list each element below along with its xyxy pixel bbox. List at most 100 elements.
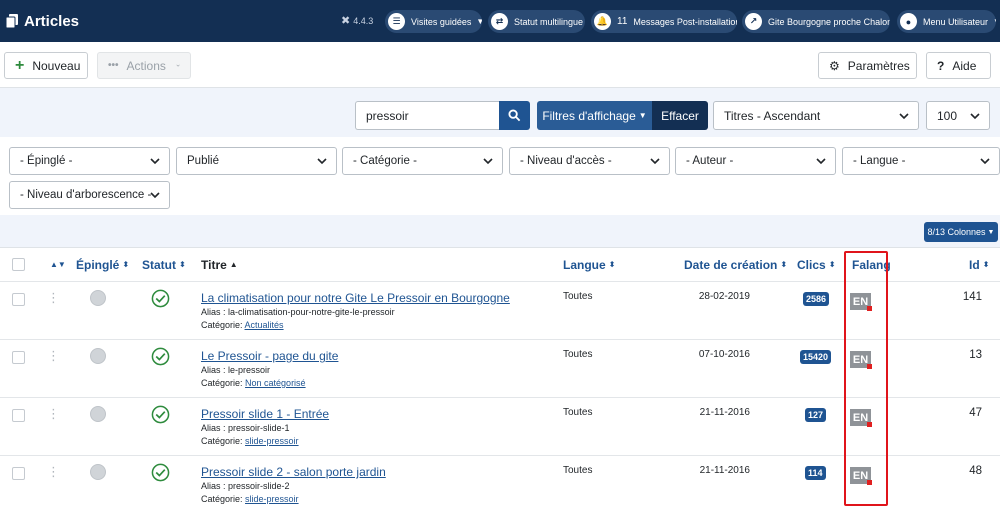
row-checkbox[interactable] [12, 467, 25, 480]
status-filter[interactable]: Publié [176, 147, 337, 175]
sort-icon: ⬍ [828, 260, 836, 269]
article-title-link[interactable]: Pressoir slide 1 - Entrée [201, 407, 329, 421]
featured-filter-value: - Épinglé - [20, 155, 73, 167]
article-alias: Alias : pressoir-slide-1 [201, 423, 290, 433]
row-checkbox[interactable] [12, 293, 25, 306]
level-filter[interactable]: - Niveau d'arborescence - [9, 181, 170, 209]
search-input[interactable]: pressoir [355, 101, 500, 130]
alias-value: pressoir-slide-1 [228, 423, 290, 433]
row-checkbox[interactable] [12, 409, 25, 422]
messages-count: 11 [617, 16, 628, 27]
language-header-label: Langue [563, 257, 606, 272]
guided-tours-label: Visites guidées [411, 16, 472, 27]
id-column-header[interactable]: Id ⬍ [969, 248, 989, 281]
ordering-column-header[interactable]: ▲▼ [47, 248, 66, 281]
featured-column-header[interactable]: Épinglé ⬍ [76, 248, 129, 281]
category-prefix: Catégorie: [201, 494, 246, 504]
category-filter[interactable]: - Catégorie - [342, 147, 503, 175]
actions-button[interactable]: ••• Actions [97, 52, 191, 79]
site-link-button[interactable]: ↗ Gite Bourgogne proche Chalon... [742, 10, 890, 33]
featured-header-label: Épinglé [76, 257, 120, 272]
options-label: Paramètres [847, 58, 910, 73]
row-checkbox[interactable] [12, 351, 25, 364]
clear-button[interactable]: Effacer [652, 101, 708, 130]
featured-toggle-icon[interactable] [90, 464, 106, 480]
language-column-header[interactable]: Langue ⬍ [563, 248, 615, 281]
featured-toggle-icon[interactable] [90, 348, 106, 364]
options-button[interactable]: ⚙ Paramètres [818, 52, 917, 79]
drag-handle-icon[interactable]: ⋮ [47, 464, 60, 480]
version-text: 4.4.3 [353, 15, 374, 26]
article-title-link[interactable]: La climatisation pour notre Gite Le Pres… [201, 291, 510, 305]
alias-prefix: Alias : [201, 307, 229, 317]
drag-handle-icon[interactable]: ⋮ [47, 290, 60, 306]
signpost-icon: ☰ [388, 13, 405, 30]
published-check-icon[interactable] [151, 289, 170, 308]
article-title-link[interactable]: Pressoir slide 2 - salon porte jardin [201, 465, 386, 479]
access-filter[interactable]: - Niveau d'accès - [509, 147, 670, 175]
date-column-header[interactable]: Date de création ⬍ [684, 248, 787, 281]
ordering-value: Titres - Ascendant [724, 108, 821, 123]
article-title-link[interactable]: Le Pressoir - page du gite [201, 349, 338, 363]
columns-label: 8/13 Colonnes [927, 227, 986, 237]
chevron-down-icon [816, 158, 826, 165]
featured-toggle-icon[interactable] [90, 290, 106, 306]
featured-filter[interactable]: - Épinglé - [9, 147, 170, 175]
gear-icon: ⚙ [829, 58, 840, 73]
article-language: Toutes [563, 291, 593, 302]
category-link[interactable]: Actualités [245, 320, 284, 330]
guided-tours-button[interactable]: ☰ Visites guidées ▼ [385, 10, 482, 33]
status-header-label: Statut [142, 257, 176, 272]
limit-select[interactable]: 100 [926, 101, 990, 130]
chevron-down-icon [899, 113, 909, 120]
hits-badge: 127 [805, 408, 827, 422]
category-link[interactable]: slide-pressoir [245, 436, 299, 446]
published-check-icon[interactable] [151, 405, 170, 424]
sort-icon: ▲▼ [50, 260, 66, 269]
hits-badge: 114 [805, 466, 826, 480]
chevron-down-icon [150, 158, 160, 165]
status-column-header[interactable]: Statut ⬍ [142, 248, 186, 281]
drag-handle-icon[interactable]: ⋮ [47, 348, 60, 364]
published-check-icon[interactable] [151, 347, 170, 366]
filter-options-label: Filtres d'affichage [542, 108, 636, 123]
filter-panel: - Épinglé - Publié - Catégorie - - Nivea… [0, 137, 1000, 215]
alias-prefix: Alias : [201, 481, 229, 491]
hits-header-label: Clics [797, 257, 826, 272]
language-filter[interactable]: - Langue - [842, 147, 1000, 175]
author-filter[interactable]: - Auteur - [675, 147, 836, 175]
post-install-messages-button[interactable]: 🔔 11 Messages Post-installation [591, 10, 737, 33]
category-link[interactable]: Non catégorisé [245, 378, 306, 388]
page-title: Articles [6, 13, 79, 30]
drag-handle-icon[interactable]: ⋮ [47, 406, 60, 422]
header-bar: Articles ✖ 4.4.3 ☰ Visites guidées ▼ ⇄ St… [0, 0, 1000, 42]
article-date: 28-02-2019 [698, 291, 750, 302]
alias-prefix: Alias : [201, 365, 229, 375]
hits-column-header[interactable]: Clics ⬍ [797, 248, 835, 281]
ordering-select[interactable]: Titres - Ascendant [713, 101, 919, 130]
search-button[interactable] [499, 101, 530, 130]
title-header-label: Titre [201, 257, 227, 272]
columns-button[interactable]: 8/13 Colonnes ▼ [924, 222, 998, 242]
access-filter-value: - Niveau d'accès - [520, 155, 612, 167]
user-menu-button[interactable]: ● Menu Utilisateur ▼ [897, 10, 996, 33]
title-column-header[interactable]: Titre ▲ [201, 248, 238, 281]
author-filter-value: - Auteur - [686, 155, 734, 167]
alias-value: le-pressoir [228, 365, 271, 375]
chevron-down-icon [483, 158, 493, 165]
articles-icon [6, 14, 18, 28]
article-date: 07-10-2016 [698, 349, 750, 360]
category-filter-value: - Catégorie - [353, 155, 417, 167]
language-icon: ⇄ [491, 13, 508, 30]
article-category: Catégorie: Actualités [201, 320, 284, 330]
select-all-checkbox[interactable] [12, 258, 25, 271]
filter-options-button[interactable]: Filtres d'affichage ▼ [537, 101, 652, 130]
new-button[interactable]: + Nouveau [4, 52, 88, 79]
article-language: Toutes [563, 349, 593, 360]
help-button[interactable]: ? Aide [926, 52, 991, 79]
featured-toggle-icon[interactable] [90, 406, 106, 422]
sort-icon: ⬍ [122, 260, 130, 269]
multilingual-status-button[interactable]: ⇄ Statut multilingue [488, 10, 585, 33]
published-check-icon[interactable] [151, 463, 170, 482]
category-link[interactable]: slide-pressoir [245, 494, 299, 504]
